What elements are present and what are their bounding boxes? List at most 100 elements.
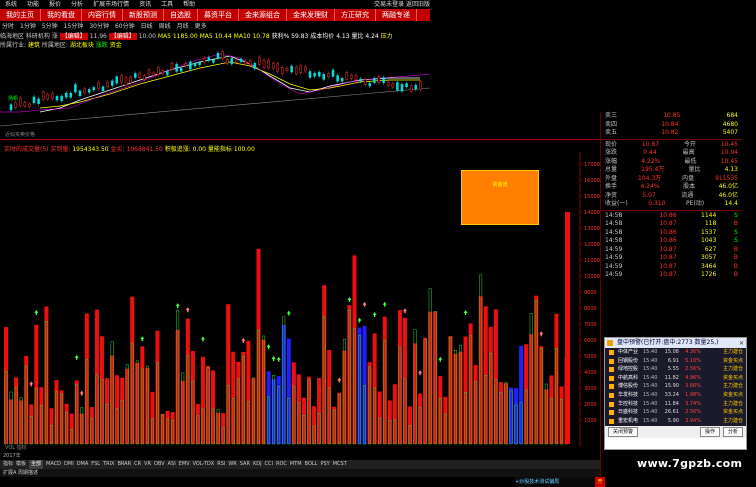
period-5[interactable]: 60分钟 [115, 22, 135, 32]
kline-candle [359, 78, 362, 82]
alert-row[interactable]: 中体产业 15:40 15.08 4.36% 主力建仓 [605, 348, 746, 357]
capital-flow-label: 资金流 [492, 182, 508, 188]
tech-tab[interactable]: DMA [77, 460, 89, 469]
alert-popup[interactable]: 盘中预警(已打开:盘中:2773 数量25,) ✕ 中体产业 15:40 15.08… [604, 337, 747, 450]
period-9[interactable]: 更多 [195, 22, 207, 32]
period-8[interactable]: 月线 [177, 22, 189, 32]
menu-item[interactable]: 工具 [156, 0, 178, 9]
tech-tab[interactable]: WR [228, 460, 236, 469]
ma-values: MA5 1185.00 MA5 10.44 MA10 10.78 [157, 33, 270, 40]
menu-item[interactable]: 功能 [22, 0, 44, 9]
tech-tab[interactable]: CR [134, 460, 141, 469]
tech-tab[interactable]: 指标 [3, 460, 13, 469]
tech-tab[interactable]: ROC [276, 460, 287, 469]
tab-7[interactable]: 金来发理财 [287, 9, 335, 21]
menu-item[interactable]: 分析 [66, 0, 88, 9]
tech-tab[interactable]: MACD [46, 460, 61, 469]
edit-badge-2[interactable]: 【编辑】 [108, 33, 137, 40]
alert-price: 5.55 [667, 366, 679, 373]
stock-code-label: 临海地区 科研机构 涨 [0, 33, 58, 40]
alert-change: 3.74% [685, 400, 701, 407]
period-1[interactable]: 1分钟 [20, 22, 36, 32]
tech-tab[interactable]: BRAR [117, 460, 131, 469]
tech-tab[interactable]: BOLL [305, 460, 318, 469]
tech-tab[interactable]: KDJ [253, 460, 262, 469]
menu-item[interactable]: 报价 [44, 0, 66, 9]
kline-candle [120, 75, 123, 83]
alert-row[interactable]: 回钢股份 15:40 6.91 5.10% 资金买点 [605, 357, 746, 366]
period-0[interactable]: 分时 [2, 22, 14, 32]
tech-tab[interactable]: 模板 [16, 460, 26, 469]
menu-item[interactable]: 系统 [0, 0, 22, 9]
period-4[interactable]: 30分钟 [89, 22, 109, 32]
kline-candle [414, 84, 418, 90]
tab-1[interactable]: 我的看盘 [41, 9, 82, 21]
tech-tab[interactable]: FSL [91, 460, 100, 469]
kline-candle [69, 92, 73, 98]
tech-tab[interactable]: VR [144, 460, 151, 469]
kline-candle [262, 59, 266, 68]
analyze-button[interactable]: 分析 [722, 427, 743, 437]
edit-badge-1[interactable]: 【编辑】 [59, 33, 88, 40]
y-tick-label: 4000 [584, 370, 597, 376]
tech-tab[interactable]: PSY [320, 460, 329, 469]
capital-flow-box[interactable]: 资金流 [461, 170, 539, 225]
kline-candle [156, 67, 160, 75]
alert-row[interactable]: 重宏机电 15:40 5.90 3.94% 主力建仓 [605, 417, 746, 426]
alert-row[interactable]: 日盛科技 15:40 26.61 2.56% 资金买点 [605, 408, 746, 417]
menu-item[interactable]: 扩展市场行情 [88, 0, 134, 9]
close-alert-button[interactable]: 关闭预警 [608, 427, 639, 437]
stat-value: 195.4万 [641, 166, 665, 173]
tech-tab[interactable]: DMI [64, 460, 74, 469]
tech-tab[interactable]: OBV [154, 460, 165, 469]
alert-row[interactable]: 华控科技 15:40 11.84 3.74% 主力建仓 [605, 400, 746, 409]
alert-time: 15:40 [643, 366, 658, 373]
alert-row[interactable]: 博信股份 15:40 15.90 3.66% 主力建仓 [605, 382, 746, 391]
tab-8[interactable]: 方正研究 [335, 9, 376, 21]
tech-tab[interactable]: RSI [217, 460, 225, 469]
tech-tab[interactable]: EMV [179, 460, 190, 469]
profit-ratio: 获利% 59.83 成本均价 4.13 量比 4.24 [271, 33, 379, 40]
period-7[interactable]: 周线 [159, 22, 171, 32]
alert-price: 15.08 [664, 349, 679, 355]
close-icon[interactable]: ✕ [739, 339, 744, 348]
trade-time: 14:59 [605, 245, 623, 253]
operate-button[interactable]: 操作 [699, 427, 720, 437]
alert-row[interactable]: 华发科技 15:40 33.24 1.98% 资金买点 [605, 391, 746, 400]
news-ticker[interactable]: +炒股技术测试骗局 [515, 477, 600, 487]
tab-4[interactable]: 自选股 [164, 9, 198, 21]
stat-value: 46.0亿 [718, 191, 738, 199]
tab-5[interactable]: 募资平台 [198, 9, 239, 21]
change-tag: 涨跌 [95, 42, 108, 49]
menu-right-links[interactable]: 交易未登录 返回旧版 [360, 0, 430, 9]
period-3[interactable]: 15分钟 [64, 22, 84, 32]
popup-title-bar[interactable]: 盘中预警(已打开:盘中:2773 数量25,) ✕ [605, 338, 746, 348]
menu-item[interactable]: 资讯 [134, 0, 156, 9]
kline-chart[interactable] [0, 50, 430, 130]
period-2[interactable]: 5分钟 [42, 22, 58, 32]
start-button[interactable]: 开 [595, 477, 605, 487]
volume-bar-tall [565, 212, 570, 444]
region-value: 湖北板块 [69, 42, 94, 49]
kline-candle [317, 71, 321, 77]
tech-tab[interactable]: VOL-TDX [193, 460, 215, 469]
kline-candle [97, 82, 100, 89]
tech-tab[interactable]: CCI [265, 460, 273, 469]
tech-tab[interactable]: ASI [168, 460, 176, 469]
trade-side: B [733, 254, 738, 261]
tech-tab[interactable]: TRIX [103, 460, 114, 469]
tab-0[interactable]: 我的主页 [0, 9, 41, 21]
tab-3[interactable]: 新股预测 [123, 9, 164, 21]
alert-row[interactable]: 绿地控股 15:40 5.55 2.56% 主力建仓 [605, 365, 746, 374]
tab-2[interactable]: 内容行情 [82, 9, 123, 21]
tech-tab[interactable]: SAR [240, 460, 250, 469]
tab-9[interactable]: 两融专递 [376, 9, 417, 21]
kline-candle [184, 63, 188, 66]
tab-6[interactable]: 金来源组合 [239, 9, 287, 21]
alert-row[interactable]: 中航高科 15:40 11.82 4.96% 资金买点 [605, 374, 746, 383]
period-6[interactable]: 日线 [141, 22, 153, 32]
tech-tab[interactable]: MCST [333, 460, 347, 469]
tech-tab[interactable]: MTM [290, 460, 302, 469]
tech-tab[interactable]: 全部 [29, 460, 44, 469]
menu-item[interactable]: 帮助 [178, 0, 200, 9]
